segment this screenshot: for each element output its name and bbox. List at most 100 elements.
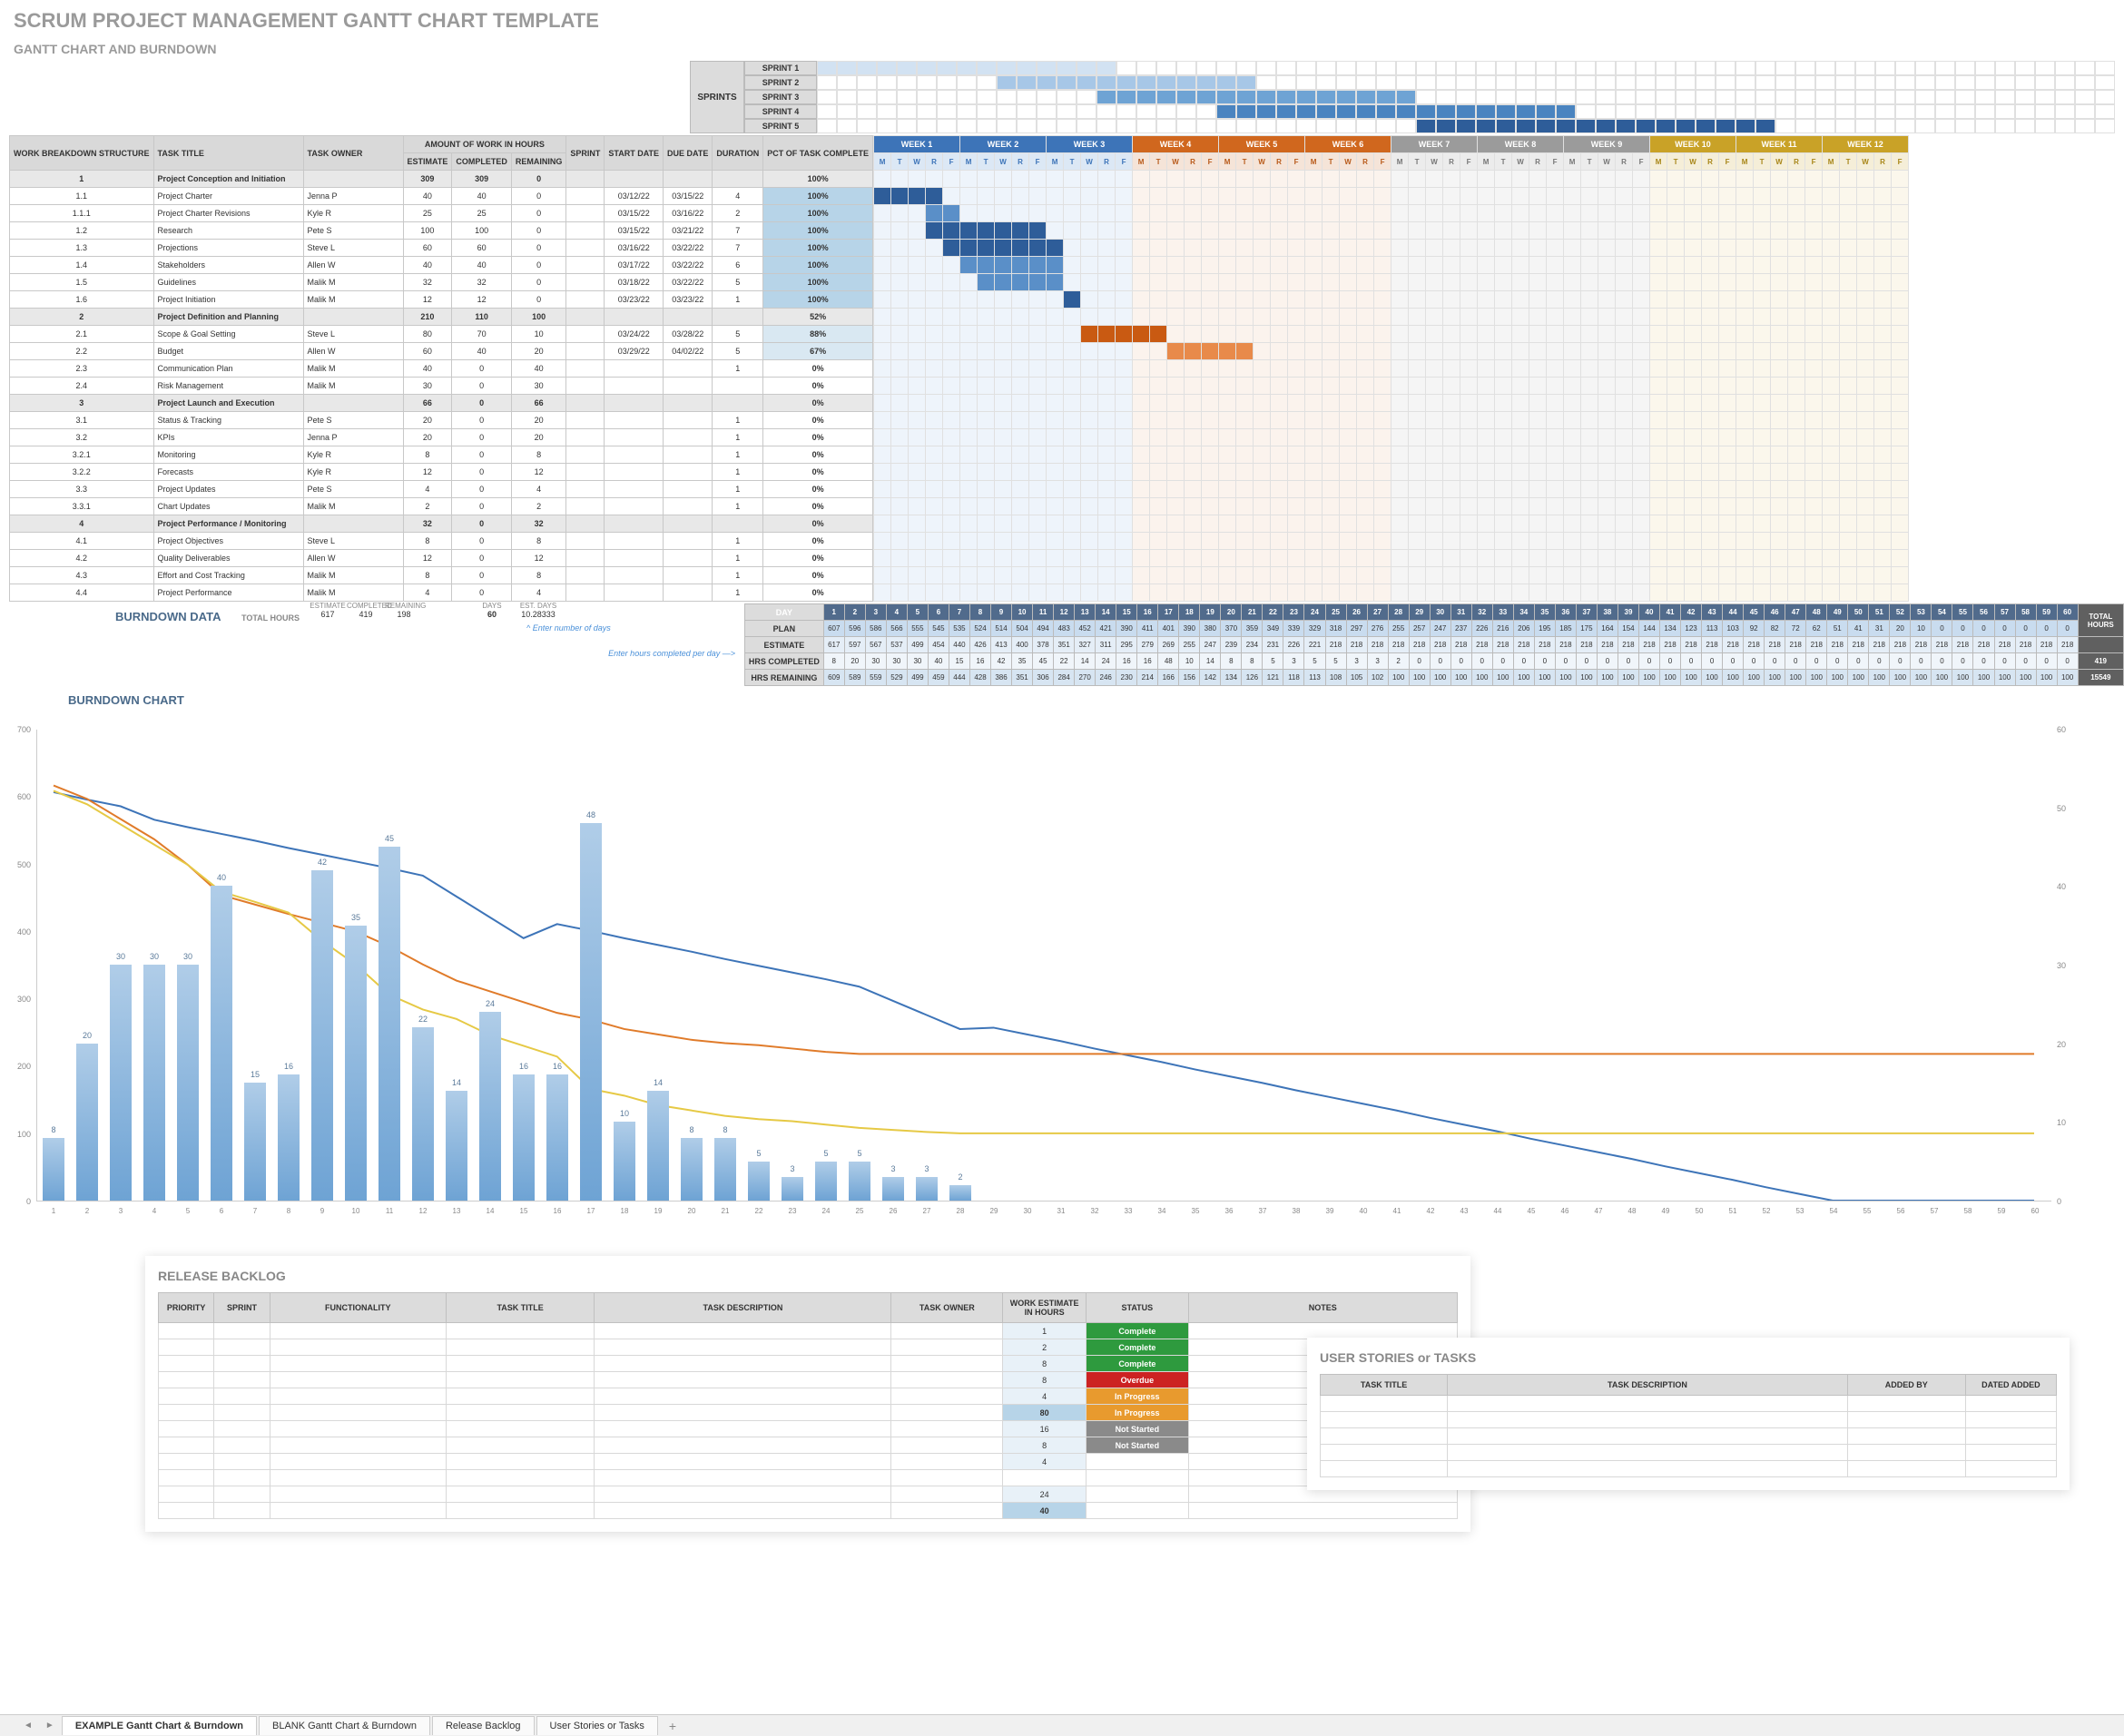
gantt-chart: WORK BREAKDOWN STRUCTURE TASK TITLE TASK… [9,135,2124,602]
footer-label-remaining: REMAINING [385,602,423,610]
gantt-row: 4.3 Effort and Cost Tracking Malik M 8 0… [10,567,873,584]
chart-bar: 10 [614,1122,635,1201]
footer-label-days: DAYS [473,602,511,610]
gantt-right-grid: WEEK 1WEEK 2WEEK 3WEEK 4WEEK 5WEEK 6WEEK… [873,135,1909,602]
total-days: 60 [473,610,511,623]
sheet-tab[interactable]: User Stories or Tasks [536,1716,658,1735]
total-hours-label: TOTAL HOURS [241,613,300,623]
sprints-label: SPRINTS [690,61,744,133]
gantt-bar-row [874,498,1909,515]
chart-bar: 3 [882,1177,904,1201]
gantt-row: 3.3.1 Chart Updates Malik M 2 0 2 1 0% [10,498,873,515]
sprint-row-label: SPRINT 2 [744,75,817,90]
sheet-tab[interactable]: BLANK Gantt Chart & Burndown [259,1716,430,1735]
chart-bar: 3 [782,1177,803,1201]
gantt-row: 1 Project Conception and Initiation 309 … [10,171,873,188]
gantt-row: 3.2 KPIs Jenna P 20 0 20 1 0% [10,429,873,446]
chart-bar: 8 [714,1138,736,1201]
gantt-row: 1.5 Guidelines Malik M 32 32 0 03/18/22 … [10,274,873,291]
chart-bar: 3 [916,1177,938,1201]
footer-label-completed: COMPLETED [347,602,385,610]
backlog-row: 40 [159,1503,1458,1519]
chart-bar: 5 [849,1162,870,1201]
user-stories-title: USER STORIES or TASKS [1320,1350,2057,1365]
backlog-row: 16Not Started [159,1421,1458,1437]
burndown-chart-title: BURNDOWN CHART [0,686,2124,711]
gantt-bar-row [874,395,1909,412]
sprint-row-label: SPRINT 1 [744,61,817,75]
gantt-bar-row [874,360,1909,378]
tab-nav-next[interactable]: ► [40,1721,60,1731]
gantt-row: 4.1 Project Objectives Steve L 8 0 8 1 0… [10,533,873,550]
gantt-bar-row [874,412,1909,429]
gantt-bar-row [874,240,1909,257]
backlog-row: 1Complete [159,1323,1458,1339]
gantt-bar-row [874,205,1909,222]
backlog-row: 80In Progress [159,1405,1458,1421]
gantt-row: 3.2.1 Monitoring Kyle R 8 0 8 1 0% [10,446,873,464]
gantt-bar-row [874,567,1909,584]
gantt-row: 4.2 Quality Deliverables Allen W 12 0 12… [10,550,873,567]
backlog-row: 4In Progress [159,1388,1458,1405]
chart-bar: 24 [479,1012,501,1201]
gantt-row: 1.3 Projections Steve L 60 60 0 03/16/22… [10,240,873,257]
gantt-row: 3.2.2 Forecasts Kyle R 12 0 12 1 0% [10,464,873,481]
gantt-bar-row [874,309,1909,326]
gantt-bar-row [874,326,1909,343]
gantt-row: 3 Project Launch and Execution 66 0 66 0… [10,395,873,412]
tab-nav-prev[interactable]: ◄ [18,1721,38,1731]
gantt-bar-row [874,257,1909,274]
gantt-row: 1.4 Stakeholders Allen W 40 40 0 03/17/2… [10,257,873,274]
user-stories-card: USER STORIES or TASKS TASK TITLETASK DES… [1307,1338,2070,1490]
gantt-bar-row [874,291,1909,309]
sprint-row-label: SPRINT 4 [744,104,817,119]
gantt-row: 4 Project Performance / Monitoring 32 0 … [10,515,873,533]
total-rem: 198 [385,610,423,623]
gantt-bar-row [874,584,1909,602]
story-row [1321,1428,2057,1445]
gantt-row: 4.4 Project Performance Malik M 4 0 4 1 … [10,584,873,602]
chart-bar: 35 [345,926,367,1201]
backlog-row: 2Complete [159,1339,1458,1356]
story-row [1321,1445,2057,1461]
sheet-tab[interactable]: EXAMPLE Gantt Chart & Burndown [62,1716,257,1735]
backlog-row: 8Complete [159,1356,1458,1372]
backlog-row: 8Not Started [159,1437,1458,1454]
story-row [1321,1412,2057,1428]
gantt-bar-row [874,550,1909,567]
release-backlog-card: RELEASE BACKLOG PRIORITYSPRINTFUNCTIONAL… [145,1256,1470,1532]
chart-bar: 22 [412,1027,434,1201]
section-title-gantt: GANTT CHART AND BURNDOWN [0,37,2124,61]
chart-bar: 16 [546,1074,568,1201]
gantt-bar-row [874,188,1909,205]
gantt-row: 2.2 Budget Allen W 60 40 20 03/29/22 04/… [10,343,873,360]
chart-bar: 14 [647,1091,669,1201]
add-sheet-button[interactable]: + [660,1719,685,1733]
chart-bar: 30 [177,965,199,1201]
gantt-bar-row [874,171,1909,188]
gantt-row: 1.1 Project Charter Jenna P 40 40 0 03/1… [10,188,873,205]
sheet-tab[interactable]: Release Backlog [432,1716,535,1735]
gantt-row: 2.3 Communication Plan Malik M 40 0 40 1… [10,360,873,378]
burndown-chart: 0100200300400500600700 0102030405060 812… [9,730,2079,1238]
chart-bar: 42 [311,870,333,1201]
gantt-bar-row [874,222,1909,240]
release-backlog-table: PRIORITYSPRINTFUNCTIONALITYTASK TITLETAS… [158,1292,1458,1519]
chart-bar: 40 [211,886,232,1201]
footer-label-estimate: ESTIMATE [309,602,347,610]
gantt-bar-row [874,343,1909,360]
gantt-row: 2.1 Scope & Goal Setting Steve L 80 70 1… [10,326,873,343]
backlog-row [159,1470,1458,1486]
chart-bar: 15 [244,1083,266,1201]
gantt-bar-row [874,533,1909,550]
total-est: 617 [309,610,347,623]
chart-bar: 14 [446,1091,467,1201]
sprint-row-label: SPRINT 3 [744,90,817,104]
chart-bar: 5 [815,1162,837,1201]
release-backlog-title: RELEASE BACKLOG [158,1269,1458,1283]
story-row [1321,1461,2057,1477]
backlog-row: 4 [159,1454,1458,1470]
page-title: SCRUM PROJECT MANAGEMENT GANTT CHART TEM… [0,0,2124,37]
gantt-row: 3.1 Status & Tracking Pete S 20 0 20 1 0… [10,412,873,429]
sprint-row-label: SPRINT 5 [744,119,817,133]
